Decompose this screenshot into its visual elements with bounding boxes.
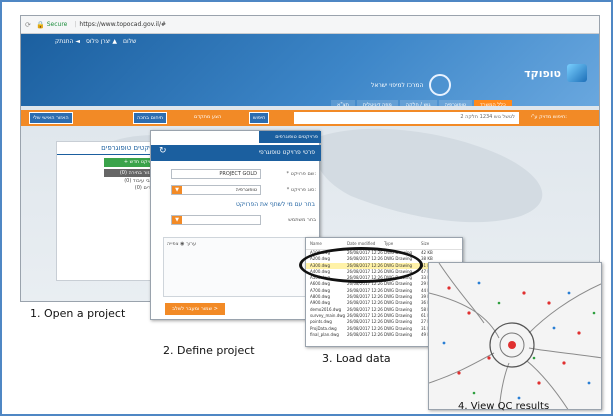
gov-logo-icon bbox=[429, 74, 452, 96]
qc-map-drawing bbox=[429, 263, 601, 409]
permissions-box: ערוך ◉ צפייה bbox=[163, 237, 313, 297]
project-name-label: * שם פרויקט: bbox=[286, 171, 316, 177]
column-date[interactable]: Date modified bbox=[347, 241, 384, 246]
caption-step-1: 1. Open a project bbox=[30, 307, 126, 320]
share-user-select[interactable]: ▼ bbox=[171, 215, 261, 225]
greeting-text: שלום bbox=[123, 38, 137, 45]
column-name[interactable]: Name bbox=[310, 241, 347, 246]
project-type-label: * סוג פרויקט: bbox=[286, 187, 316, 193]
chevron-down-icon: ▼ bbox=[172, 216, 182, 224]
share-user-label: בחר משתמש bbox=[288, 217, 316, 223]
lock-icon: 🔒 bbox=[36, 20, 45, 29]
column-size[interactable]: Size bbox=[421, 241, 458, 246]
file-date: 26/08/2017 12:26 bbox=[347, 331, 383, 337]
project-filter-saved[interactable]: (0) שמורים bbox=[57, 184, 165, 191]
search-button[interactable]: חיפוש bbox=[249, 112, 270, 124]
advanced-search-link[interactable]: הצע מתקדם bbox=[191, 112, 224, 124]
file-type: DWG Drawing bbox=[384, 331, 413, 337]
chevron-down-icon: ▼ bbox=[172, 186, 182, 194]
share-section-title: בחר עם מי לשתף את הפרויקט bbox=[235, 201, 315, 208]
brand[interactable]: טופוקד bbox=[524, 64, 587, 82]
column-type[interactable]: Type bbox=[384, 241, 421, 246]
brand-name: טופוקד bbox=[524, 66, 561, 80]
my-area-button[interactable]: האזור האישי שלי bbox=[29, 112, 73, 124]
gov-label: המרכז למיפוי ישראל bbox=[371, 81, 424, 89]
define-project-dialog: פרויקטים טופוגרפים פרטי פרויקט טופוגרפי … bbox=[150, 130, 321, 320]
project-name-field[interactable]: PROJECT GOLD bbox=[171, 169, 261, 179]
user-links: התנתק ◄ יצרן פלוס ▲ שלום bbox=[55, 38, 136, 45]
caption-step-4: 4. View QC results bbox=[458, 401, 550, 412]
draw-area-button[interactable]: תיחום בחכה bbox=[133, 112, 168, 124]
search-label: חיפוש מדויק ע"י: bbox=[531, 114, 567, 120]
caption-step-2: 2. Define project bbox=[163, 344, 255, 357]
secure-label: Secure bbox=[46, 21, 68, 28]
save-and-continue-button[interactable]: שמור ומעבר לשלב > bbox=[165, 303, 225, 315]
user-link[interactable]: יצרן פלוס ▲ bbox=[86, 38, 117, 45]
file-name: final_plan.dwg bbox=[310, 331, 339, 337]
projects-panel-title: פרויקטים טופוגרפים bbox=[57, 142, 165, 155]
brand-logo-icon bbox=[567, 64, 587, 82]
search-input[interactable]: לטשל גוש 1234 חלקה 2 bbox=[294, 112, 519, 124]
project-type-value: טופוגרפיה bbox=[235, 187, 257, 193]
browser-address-bar[interactable]: ⟳ 🔒 Secure | https://www.topocad.gov.il/… bbox=[21, 16, 599, 34]
caption-step-3: 3. Load data bbox=[322, 352, 391, 365]
project-type-select[interactable]: ▼ טופוגרפיה bbox=[171, 185, 261, 195]
address-separator: | bbox=[74, 21, 77, 28]
dialog-title: פרטי פרויקט טופוגרפי bbox=[151, 145, 321, 161]
refresh-icon[interactable]: ↻ bbox=[159, 146, 167, 156]
gov-logo-block: המרכז למיפוי ישראל bbox=[371, 74, 452, 96]
project-filter-processing[interactable]: (0) בשלבי עיבוד bbox=[57, 177, 165, 184]
site-header: התנתק ◄ יצרן פלוס ▲ שלום המרכז למיפוי יש… bbox=[21, 34, 599, 110]
reload-icon[interactable]: ⟳ bbox=[25, 21, 33, 29]
highlight-ellipse bbox=[299, 247, 423, 283]
logout-link[interactable]: התנתק ◄ bbox=[55, 38, 80, 45]
qc-results-map[interactable] bbox=[428, 262, 602, 410]
search-bar: האזור האישי שלי תיחום בחכה הצע מתקדם חיפ… bbox=[21, 110, 599, 126]
permission-options[interactable]: ערוך ◉ צפייה bbox=[167, 241, 196, 247]
url-text[interactable]: https://www.topocad.gov.il/# bbox=[79, 21, 166, 28]
dialog-tab[interactable]: פרויקטים טופוגרפים bbox=[259, 131, 321, 143]
